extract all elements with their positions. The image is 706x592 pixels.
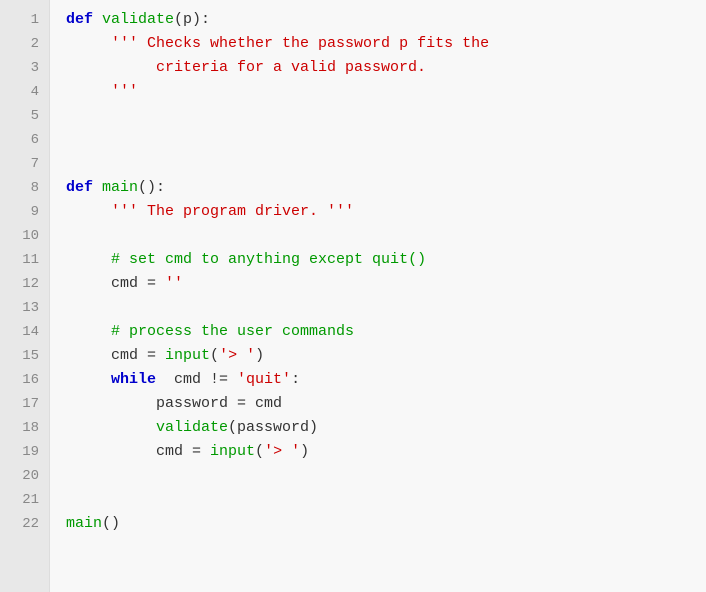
code-area[interactable]: def validate(p): ''' Checks whether the … xyxy=(50,0,706,592)
code-line: main() xyxy=(66,512,706,536)
line-numbers: 12345678910111213141516171819202122 xyxy=(0,0,50,592)
token-fn-call: input xyxy=(210,443,255,460)
code-line: criteria for a valid password. xyxy=(66,56,706,80)
code-line: password = cmd xyxy=(66,392,706,416)
line-number: 13 xyxy=(0,296,49,320)
line-number: 4 xyxy=(0,80,49,104)
code-line: ''' xyxy=(66,80,706,104)
token-normal: () xyxy=(102,515,120,532)
line-number: 18 xyxy=(0,416,49,440)
code-line: cmd = input('> ') xyxy=(66,440,706,464)
token-normal: cmd = xyxy=(66,275,165,292)
code-line: ''' Checks whether the password p fits t… xyxy=(66,32,706,56)
line-number: 2 xyxy=(0,32,49,56)
line-number: 1 xyxy=(0,8,49,32)
line-number: 20 xyxy=(0,464,49,488)
token-normal xyxy=(66,419,156,436)
line-number: 11 xyxy=(0,248,49,272)
line-number: 17 xyxy=(0,392,49,416)
line-number: 10 xyxy=(0,224,49,248)
token-string: '> ' xyxy=(264,443,300,460)
token-normal xyxy=(66,371,111,388)
line-number: 9 xyxy=(0,200,49,224)
token-normal xyxy=(66,251,111,268)
token-normal xyxy=(66,83,111,100)
token-string: '> ' xyxy=(219,347,255,364)
code-line xyxy=(66,128,706,152)
code-line: cmd = input('> ') xyxy=(66,344,706,368)
line-number: 21 xyxy=(0,488,49,512)
line-number: 5 xyxy=(0,104,49,128)
line-number: 7 xyxy=(0,152,49,176)
token-normal: cmd = xyxy=(66,443,210,460)
code-line: # process the user commands xyxy=(66,320,706,344)
code-line xyxy=(66,152,706,176)
code-line: validate(password) xyxy=(66,416,706,440)
token-docstring: ''' Checks whether the password p fits t… xyxy=(111,35,489,52)
code-line: while cmd != 'quit': xyxy=(66,368,706,392)
token-normal xyxy=(66,203,111,220)
code-line xyxy=(66,296,706,320)
token-kw-while: while xyxy=(111,371,156,388)
token-docstring: criteria for a valid password. xyxy=(66,59,426,76)
token-fn-call: validate xyxy=(156,419,228,436)
line-number: 19 xyxy=(0,440,49,464)
token-docstring: ''' xyxy=(111,83,138,100)
code-line xyxy=(66,488,706,512)
token-docstring: ''' The program driver. ''' xyxy=(111,203,354,220)
token-normal xyxy=(66,323,111,340)
token-normal: ( xyxy=(210,347,219,364)
token-normal xyxy=(66,35,111,52)
token-kw-def: def xyxy=(66,11,102,28)
line-number: 12 xyxy=(0,272,49,296)
token-comment: # set cmd to anything except quit() xyxy=(111,251,426,268)
token-fn-name: validate xyxy=(102,11,174,28)
token-normal: (): xyxy=(138,179,165,196)
token-normal: ( xyxy=(255,443,264,460)
line-number: 6 xyxy=(0,128,49,152)
token-normal: ) xyxy=(300,443,309,460)
editor-container: 12345678910111213141516171819202122 def … xyxy=(0,0,706,592)
line-number: 15 xyxy=(0,344,49,368)
token-fn-call: main xyxy=(66,515,102,532)
token-normal: : xyxy=(291,371,300,388)
token-normal: (p): xyxy=(174,11,210,28)
line-number: 14 xyxy=(0,320,49,344)
code-line: # set cmd to anything except quit() xyxy=(66,248,706,272)
line-number: 3 xyxy=(0,56,49,80)
token-normal: ) xyxy=(255,347,264,364)
line-number: 22 xyxy=(0,512,49,536)
code-line xyxy=(66,464,706,488)
code-line xyxy=(66,224,706,248)
token-normal: cmd = xyxy=(66,347,165,364)
line-number: 8 xyxy=(0,176,49,200)
token-normal: cmd != xyxy=(156,371,237,388)
token-string: '' xyxy=(165,275,183,292)
code-line xyxy=(66,104,706,128)
token-normal: (password) xyxy=(228,419,318,436)
token-fn-call: input xyxy=(165,347,210,364)
token-fn-name: main xyxy=(102,179,138,196)
code-line: ''' The program driver. ''' xyxy=(66,200,706,224)
token-comment: # process the user commands xyxy=(111,323,354,340)
code-line: def validate(p): xyxy=(66,8,706,32)
code-line: cmd = '' xyxy=(66,272,706,296)
code-line: def main(): xyxy=(66,176,706,200)
token-normal: password = cmd xyxy=(66,395,282,412)
token-string: 'quit' xyxy=(237,371,291,388)
line-number: 16 xyxy=(0,368,49,392)
token-kw-def: def xyxy=(66,179,102,196)
